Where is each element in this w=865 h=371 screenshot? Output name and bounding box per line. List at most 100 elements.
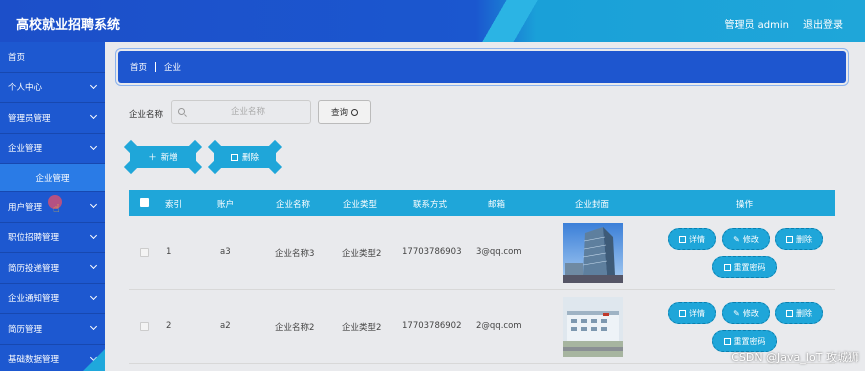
column-header: 联系方式 <box>413 200 448 210</box>
column-header: 邮箱 <box>488 200 506 210</box>
detail-icon <box>679 235 686 243</box>
delete-button-label: 删除 <box>241 153 259 163</box>
column-header: 账户 <box>217 200 235 210</box>
select-all-checkbox[interactable] <box>140 198 149 207</box>
search-input[interactable] <box>171 100 311 124</box>
row-delete-label: 删除 <box>796 234 812 244</box>
reset-password-button[interactable]: 重置密码 <box>712 256 777 278</box>
chevron-down-icon <box>89 142 98 150</box>
trash-icon <box>230 153 238 161</box>
sidebar-item-company-management[interactable]: 企业管理 <box>0 134 105 164</box>
trash-icon <box>786 235 793 243</box>
chevron-down-icon <box>89 292 98 300</box>
breadcrumb-separator <box>155 62 157 72</box>
trash-icon <box>786 309 793 317</box>
logout-link[interactable]: 退出登录 <box>803 16 843 31</box>
cell-email: 2@qq.com <box>476 321 522 331</box>
company-table: 索引 账户 企业名称 企业类型 联系方式 邮箱 企业封面 操作 1 a3 企业名… <box>129 190 835 364</box>
edit-button[interactable]: ✎ 修改 <box>722 302 770 324</box>
sidebar-item-label: 职位招聘管理 <box>8 233 60 244</box>
cell-company-name: 企业名称3 <box>275 249 315 259</box>
row-delete-button[interactable]: 删除 <box>775 228 823 250</box>
button-notch <box>207 139 223 155</box>
reset-password-label: 重置密码 <box>733 336 766 346</box>
chevron-down-icon <box>89 111 98 120</box>
delete-button[interactable]: 删除 <box>207 139 283 175</box>
top-bar: 高校就业招聘系统 管理员 admin 退出登录 <box>0 0 865 42</box>
table-row: 1 a3 企业名称3 企业类型2 17703786903 3@qq.com 详情… <box>129 216 835 290</box>
hand-cursor-icon: ☝ <box>53 202 60 215</box>
company-cover-image <box>563 297 623 357</box>
detail-label: 详情 <box>689 308 705 318</box>
query-button[interactable]: 查询 <box>318 100 371 124</box>
column-header: 索引 <box>165 200 183 210</box>
cell-company-name: 企业名称2 <box>275 323 315 333</box>
query-button-label: 查询 <box>330 108 348 118</box>
button-notch <box>187 139 203 155</box>
company-cover-image <box>563 223 623 283</box>
sidebar-corner-decoration <box>83 349 105 371</box>
sidebar-subitem-company-management[interactable]: 企业管理 <box>0 164 105 192</box>
cell-account: a3 <box>220 247 231 257</box>
header-decoration <box>470 0 550 42</box>
column-header: 企业类型 <box>343 200 378 210</box>
cell-company-type: 企业类型2 <box>342 323 382 333</box>
edit-icon: ✎ <box>733 234 740 244</box>
button-notch <box>207 159 223 175</box>
sidebar-item-label: 首页 <box>8 52 26 63</box>
sidebar-item-label: 管理员管理 <box>8 113 51 124</box>
search-icon <box>351 108 358 116</box>
cell-index: 1 <box>166 247 172 257</box>
sidebar-item-label: 个人中心 <box>8 83 43 94</box>
chevron-down-icon <box>89 200 98 209</box>
sidebar-item-home[interactable]: 首页 <box>0 42 105 73</box>
sidebar-item-company-notice[interactable]: 企业通知管理 <box>0 284 105 314</box>
detail-icon <box>679 309 686 317</box>
sidebar-item-label: 基础数据管理 <box>8 355 60 366</box>
button-notch <box>123 159 139 175</box>
row-checkbox[interactable] <box>140 248 149 257</box>
add-button[interactable]: ＋ 新增 <box>123 139 203 175</box>
cell-email: 3@qq.com <box>476 247 522 257</box>
chevron-down-icon <box>89 322 98 331</box>
app-title: 高校就业招聘系统 <box>16 18 121 33</box>
sidebar-item-label: 企业管理 <box>8 144 43 155</box>
chevron-down-icon <box>89 231 98 239</box>
cell-phone: 17703786902 <box>402 321 462 331</box>
sidebar-item-resume-delivery[interactable]: 简历投递管理 <box>0 253 105 284</box>
row-delete-button[interactable]: 删除 <box>775 302 823 324</box>
chevron-down-icon <box>89 81 98 89</box>
detail-button[interactable]: 详情 <box>668 302 716 324</box>
chevron-down-icon <box>89 261 98 270</box>
search-icon <box>178 108 185 115</box>
sidebar-item-job-management[interactable]: 职位招聘管理 <box>0 223 105 253</box>
sidebar-item-label: 简历管理 <box>8 324 43 335</box>
table-header: 索引 账户 企业名称 企业类型 联系方式 邮箱 企业封面 操作 <box>129 190 835 216</box>
cell-account: a2 <box>220 321 231 331</box>
button-notch <box>123 139 139 155</box>
detail-label: 详情 <box>689 234 705 244</box>
reset-password-label: 重置密码 <box>733 262 766 272</box>
column-header: 企业名称 <box>276 200 311 210</box>
sidebar-item-admin-management[interactable]: 管理员管理 <box>0 103 105 134</box>
watermark: CSDN @Java_IoT 攻城狮 <box>731 351 859 364</box>
reset-icon <box>723 337 731 345</box>
reset-password-button[interactable]: 重置密码 <box>712 330 777 352</box>
breadcrumb-current: 企业 <box>164 63 182 73</box>
breadcrumb: 首页 企业 <box>118 51 846 83</box>
breadcrumb-home[interactable]: 首页 <box>130 61 147 73</box>
cell-company-type: 企业类型2 <box>342 249 382 259</box>
button-notch <box>187 159 203 175</box>
row-checkbox[interactable] <box>140 322 149 331</box>
cell-index: 2 <box>166 321 172 331</box>
cell-phone: 17703786903 <box>402 247 462 257</box>
add-button-label: 新增 <box>160 153 178 163</box>
sidebar-item-label: 企业通知管理 <box>8 294 60 305</box>
sidebar-item-personal-center[interactable]: 个人中心 <box>0 73 105 103</box>
sidebar-item-resume-management[interactable]: 简历管理 <box>0 314 105 345</box>
edit-button[interactable]: ✎ 修改 <box>722 228 770 250</box>
button-notch <box>267 159 283 175</box>
button-notch <box>267 139 283 155</box>
edit-label: 修改 <box>742 308 759 318</box>
detail-button[interactable]: 详情 <box>668 228 716 250</box>
